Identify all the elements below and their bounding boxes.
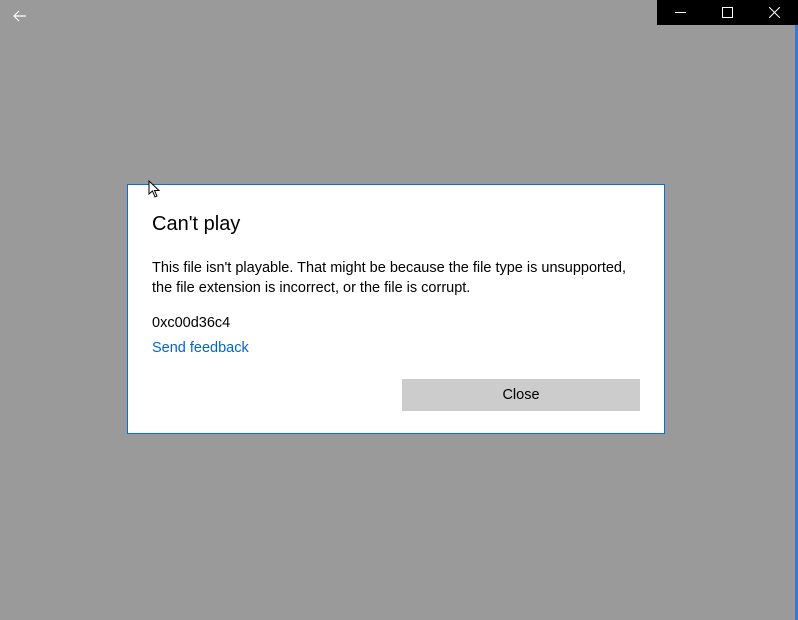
window-titlebar: [657, 0, 798, 25]
dialog-message: This file isn't playable. That might be …: [152, 258, 640, 299]
maximize-button[interactable]: [704, 0, 751, 25]
back-arrow-icon: [12, 8, 28, 24]
back-button[interactable]: [8, 4, 32, 28]
maximize-icon: [722, 7, 733, 18]
minimize-button[interactable]: [657, 0, 704, 25]
close-button[interactable]: Close: [402, 379, 640, 411]
minimize-icon: [675, 7, 686, 18]
window-close-button[interactable]: [751, 0, 798, 25]
dialog-title: Can't play: [152, 213, 640, 236]
error-dialog: Can't play This file isn't playable. Tha…: [127, 184, 665, 434]
send-feedback-link[interactable]: Send feedback: [152, 340, 249, 356]
error-code: 0xc00d36c4: [152, 315, 640, 331]
close-icon: [769, 7, 780, 18]
dialog-footer: Close: [152, 379, 640, 411]
